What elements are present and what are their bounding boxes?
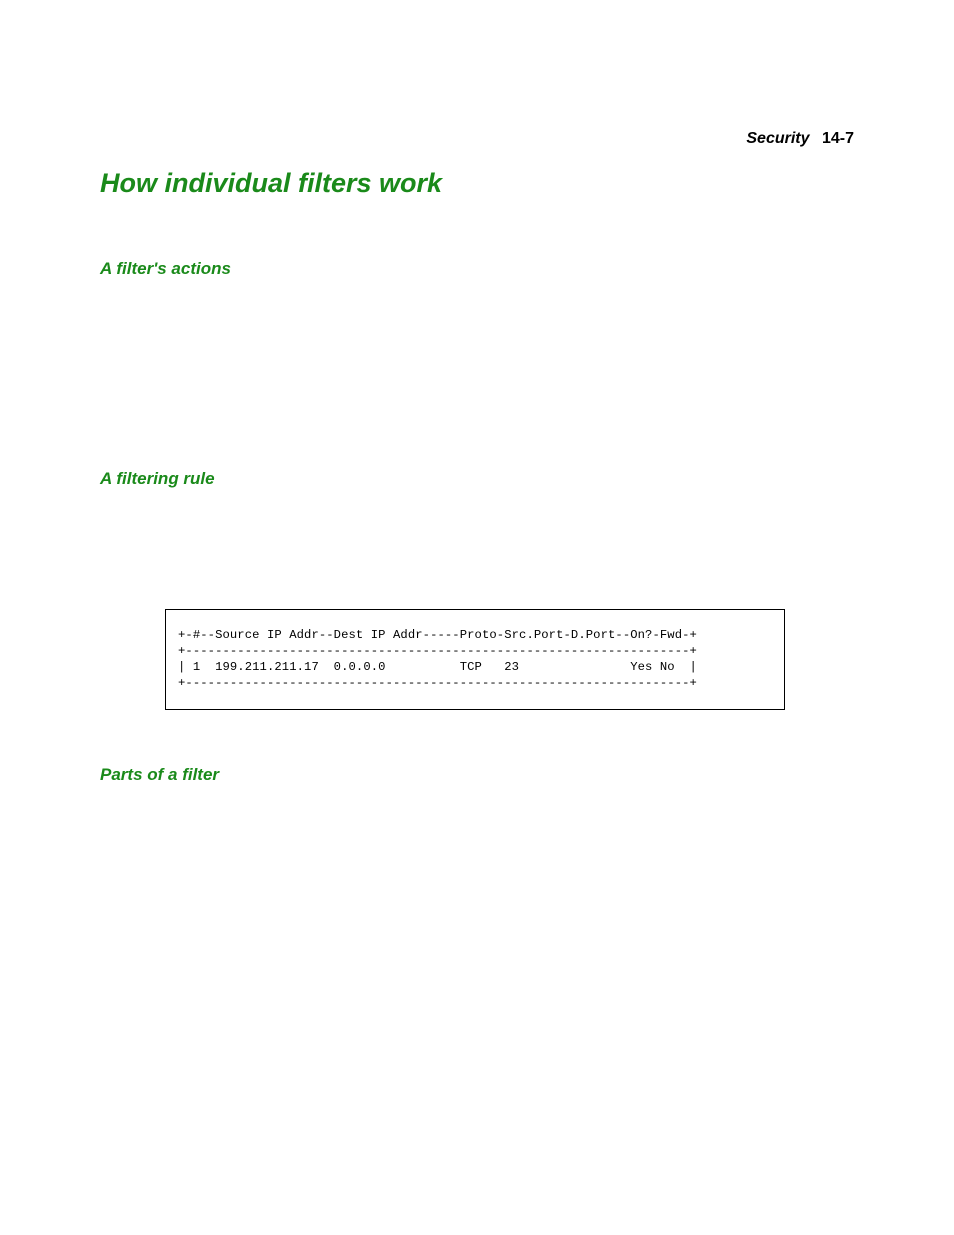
filter-table-data-row: | 1 199.211.211.17 0.0.0.0 TCP 23 Yes No… [178,660,772,676]
filter-rule-table-box: +-#--Source IP Addr--Dest IP Addr-----Pr… [165,609,785,710]
subheading-parts-of-filter: Parts of a filter [100,765,854,785]
filter-table-header-line: +-#--Source IP Addr--Dest IP Addr-----Pr… [178,628,772,644]
header-page-number: 14-7 [822,130,854,147]
subheading-filtering-rule: A filtering rule [100,469,854,489]
header-section-name: Security [746,130,809,147]
filter-table-bottom-line: +---------------------------------------… [178,676,772,692]
main-heading: How individual filters work [100,168,854,199]
filter-table-divider-line: +---------------------------------------… [178,644,772,660]
subheading-filter-actions: A filter's actions [100,259,854,279]
page-header: Security 14-7 [100,130,854,148]
